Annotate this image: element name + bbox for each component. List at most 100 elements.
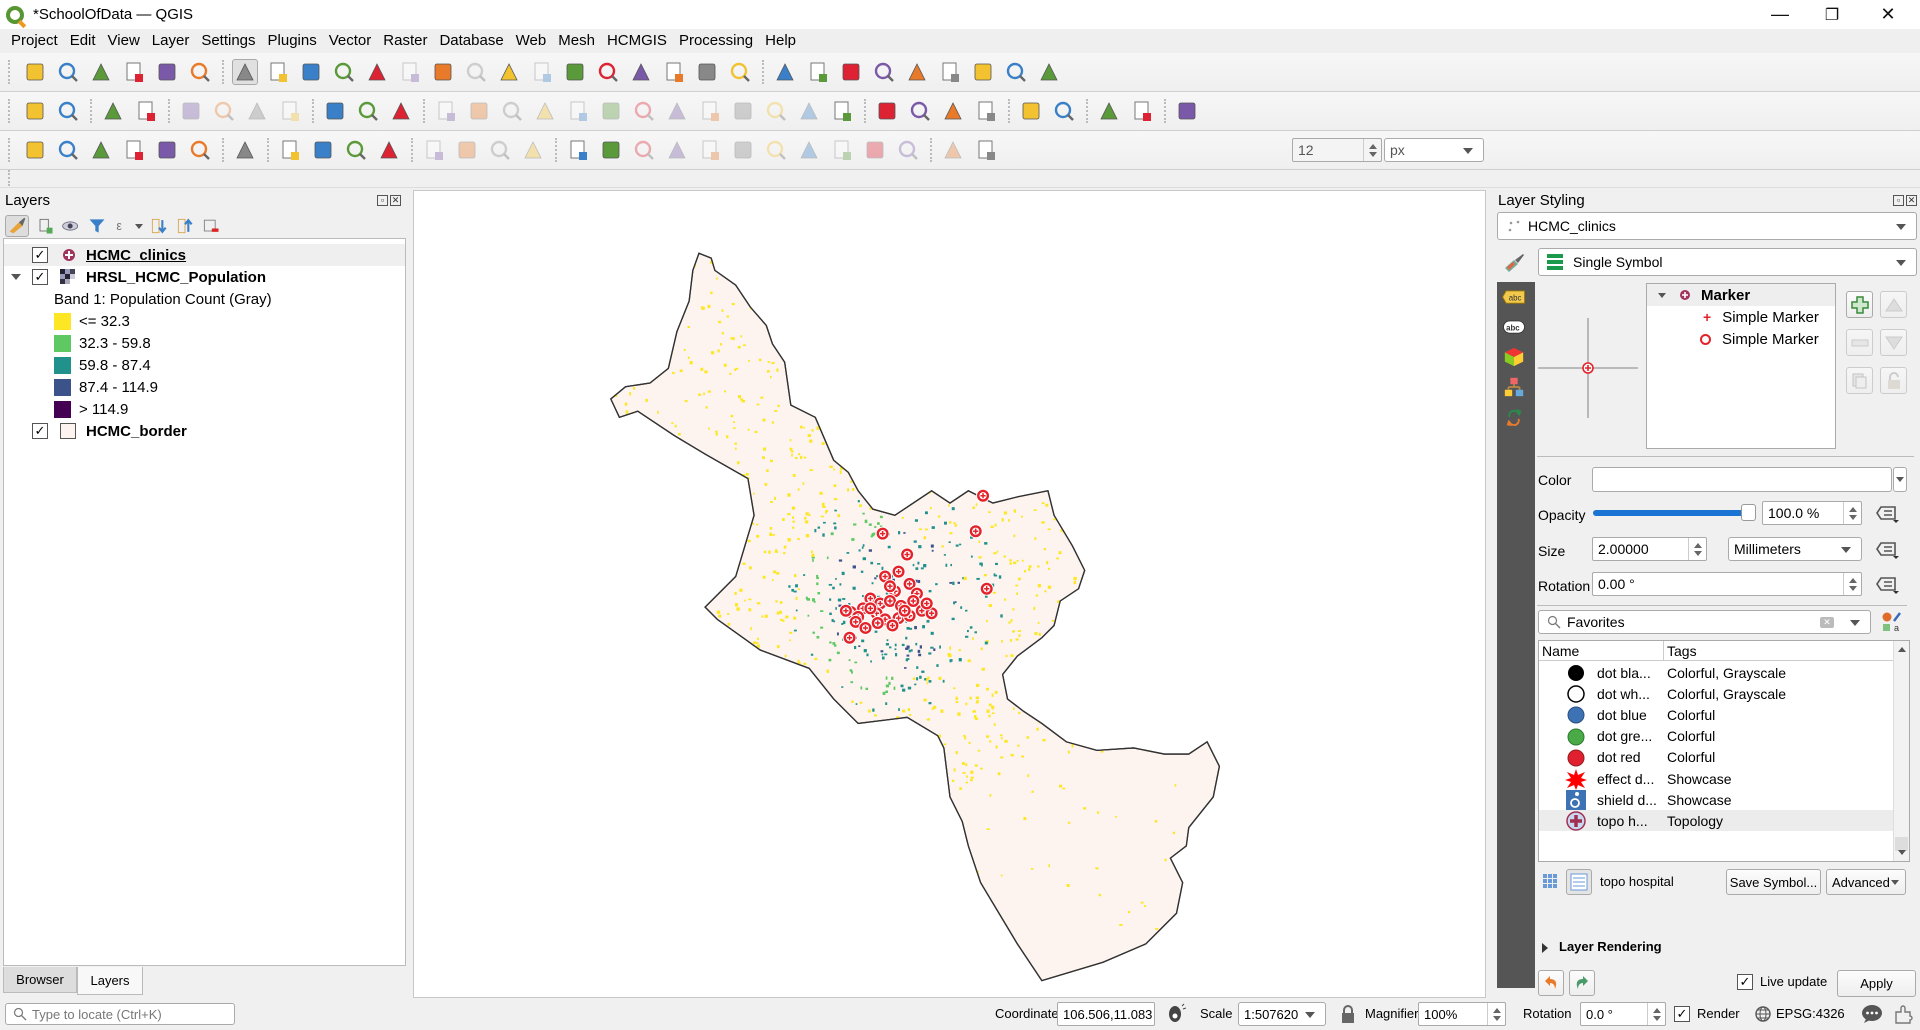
clinic-marker[interactable] — [842, 630, 857, 645]
toolbar-grip[interactable] — [411, 138, 415, 162]
clinic-marker[interactable] — [858, 620, 873, 635]
redo-button[interactable] — [1569, 970, 1595, 996]
diagram-button[interactable] — [55, 98, 81, 124]
clinic-marker[interactable] — [976, 488, 991, 503]
symbol-list-item[interactable]: dot wh... Colorful, Grayscale — [1539, 683, 1909, 704]
expand-chevron-icon[interactable] — [11, 274, 21, 280]
offset-button[interactable] — [565, 98, 591, 124]
triangle-tool-button[interactable] — [388, 98, 414, 124]
python-console-button[interactable] — [874, 98, 900, 124]
style-manager-icon[interactable]: a — [1881, 611, 1903, 633]
zoom-to-layer-button[interactable] — [430, 59, 456, 85]
crs-globe-icon[interactable] — [1754, 1005, 1772, 1023]
size-input[interactable]: 2.00000 — [1592, 537, 1707, 561]
merge-button[interactable] — [664, 98, 690, 124]
opacity-spinner[interactable] — [1843, 502, 1861, 524]
clinic-marker[interactable] — [919, 596, 934, 611]
clinic-marker[interactable] — [875, 526, 890, 541]
symbol-layer-item[interactable]: + Simple Marker — [1647, 306, 1835, 328]
layer-item-hrsl-population[interactable]: ✓ HRSL_HCMC_Population — [4, 266, 405, 288]
show-hide-labels-button[interactable] — [178, 98, 204, 124]
tab-browser[interactable]: Browser — [3, 967, 77, 993]
magnifier-input[interactable]: 100% — [1418, 1002, 1506, 1026]
collapse-all-button[interactable] — [175, 213, 195, 239]
snap-tolerance-spinner[interactable] — [1363, 139, 1381, 161]
measure-button[interactable] — [937, 59, 963, 85]
select-features-button[interactable] — [277, 137, 303, 163]
scroll-up-icon[interactable] — [1898, 647, 1906, 652]
tab-layers[interactable]: Layers — [77, 967, 143, 995]
actions-button[interactable] — [1003, 59, 1029, 85]
map-rotation-spinner[interactable] — [1647, 1003, 1665, 1025]
delete-ring-button[interactable] — [697, 98, 723, 124]
column-header-name[interactable]: Name — [1542, 643, 1579, 659]
add-vector-button[interactable] — [88, 137, 114, 163]
symbol-list-item[interactable]: dot red Colorful — [1539, 747, 1909, 768]
toolbar-grip[interactable] — [222, 138, 226, 162]
scroll-down-icon[interactable] — [1898, 850, 1906, 855]
size-spinner[interactable] — [1688, 538, 1706, 560]
vertex-tool-button[interactable] — [796, 98, 822, 124]
rotate-label-button[interactable] — [244, 98, 270, 124]
zoom-native-button[interactable] — [463, 59, 489, 85]
refresh-button[interactable] — [727, 59, 753, 85]
quickmapservices-button[interactable] — [1129, 98, 1155, 124]
clinic-marker[interactable] — [870, 616, 885, 631]
menu-processing[interactable]: Processing — [673, 29, 759, 53]
menu-view[interactable]: View — [102, 29, 146, 53]
menu-mesh[interactable]: Mesh — [552, 29, 601, 53]
digitize-curve-button[interactable] — [433, 98, 459, 124]
crs-button[interactable]: EPSG:4326 — [1776, 1006, 1845, 1021]
menu-layer[interactable]: Layer — [146, 29, 196, 53]
identify-button[interactable] — [772, 59, 798, 85]
edit-pencil-button[interactable] — [598, 137, 624, 163]
fill-ring-button[interactable] — [763, 98, 789, 124]
toolbar-grip[interactable] — [8, 170, 12, 186]
map-rotation-input[interactable]: 0.0 ° — [1580, 1002, 1666, 1026]
search-button[interactable] — [1096, 98, 1122, 124]
expand-layer-rendering-icon[interactable] — [1542, 943, 1548, 953]
layer-visibility-checkbox[interactable]: ✓ — [32, 247, 48, 263]
digitize-button[interactable] — [121, 137, 147, 163]
filter-expression-button[interactable]: ε — [113, 213, 133, 239]
opacity-input[interactable]: 100.0 % — [1762, 501, 1862, 525]
vertex-editor-button[interactable] — [697, 137, 723, 163]
simplify-button[interactable] — [532, 98, 558, 124]
close-button[interactable]: ✕ — [1858, 0, 1918, 29]
list-view-button[interactable] — [1566, 869, 1592, 895]
clinic-marker[interactable] — [838, 603, 853, 618]
delete-selected-button[interactable] — [763, 137, 789, 163]
save-edits-button[interactable] — [631, 137, 657, 163]
locator-search[interactable]: Type to locate (Ctrl+K) — [5, 1003, 235, 1025]
move-up-button[interactable] — [1880, 291, 1907, 318]
color-dropdown-button[interactable] — [1893, 467, 1907, 492]
tab-diagrams[interactable] — [1500, 373, 1528, 401]
qfieldsync-button[interactable] — [907, 98, 933, 124]
temporal-controller-button[interactable] — [694, 59, 720, 85]
map-tips-button[interactable] — [970, 59, 996, 85]
zoom-out-button[interactable] — [331, 59, 357, 85]
column-header-tags[interactable]: Tags — [1667, 643, 1697, 659]
clinic-marker[interactable] — [885, 618, 900, 633]
deselect-button[interactable] — [343, 137, 369, 163]
restore-button[interactable]: ❐ — [1802, 0, 1862, 29]
toolbar-grip[interactable] — [930, 138, 934, 162]
open-styling-button[interactable] — [5, 215, 29, 237]
field-calculator-stats-button[interactable] — [838, 59, 864, 85]
add-circle-button[interactable] — [421, 137, 447, 163]
save-project-button[interactable] — [88, 59, 114, 85]
layer-select[interactable]: HCMC_clinics — [1497, 212, 1917, 240]
processing-toolbox-button[interactable] — [871, 59, 897, 85]
symbology-tab-icon[interactable] — [1502, 251, 1526, 275]
menu-help[interactable]: Help — [759, 29, 802, 53]
open-project-button[interactable] — [55, 59, 81, 85]
toolbar-grip[interactable] — [222, 60, 226, 84]
map-canvas[interactable] — [413, 190, 1486, 998]
expand-chevron-icon[interactable] — [1658, 292, 1666, 298]
dev-tools-button[interactable] — [940, 98, 966, 124]
rotation-spinner[interactable] — [1843, 573, 1861, 595]
menu-hcmgis[interactable]: HCMGIS — [601, 29, 673, 53]
filter-dropdown-arrow[interactable] — [135, 223, 143, 229]
move-label-button[interactable] — [211, 98, 237, 124]
menu-database[interactable]: Database — [433, 29, 509, 53]
